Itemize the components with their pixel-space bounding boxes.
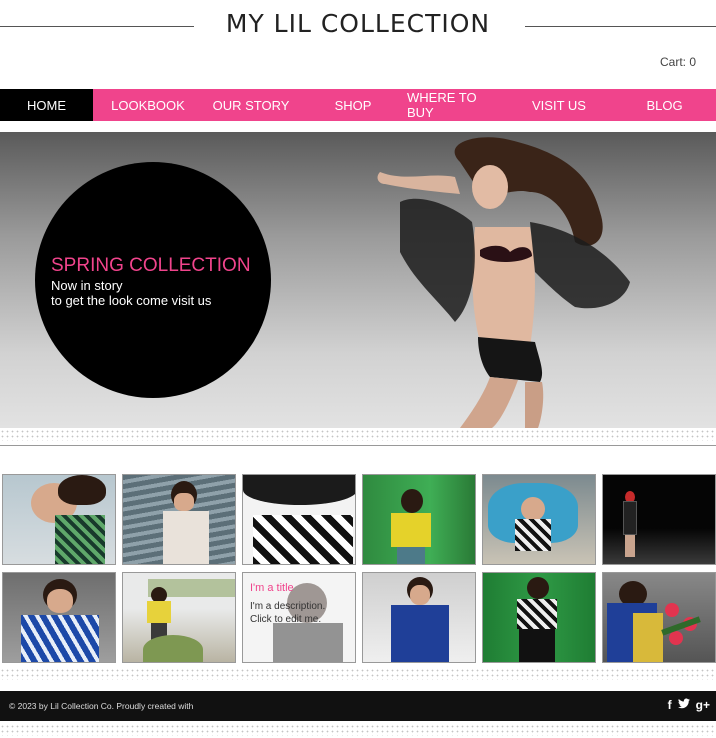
footer: © 2023 by Lil Collection Co. Proudly cre… [0, 691, 716, 721]
footer-copyright: © 2023 by Lil Collection Co. Proudly cre… [9, 701, 194, 711]
main-nav: HOME LOOKBOOK OUR STORY SHOP WHERE TO BU… [0, 89, 716, 121]
gallery-item[interactable] [602, 474, 716, 565]
gallery-item[interactable] [482, 572, 596, 663]
nav-item-visit-us[interactable]: VISIT US [505, 89, 613, 121]
gallery-overlay-title: I'm a title [250, 582, 294, 594]
site-title[interactable]: MY LIL COLLECTION [0, 9, 716, 38]
hero-title: SPRING COLLECTION [51, 255, 251, 276]
gallery-item[interactable] [122, 572, 236, 663]
nav-item-blog[interactable]: BLOG [613, 89, 716, 121]
twitter-icon[interactable] [677, 698, 690, 712]
dotted-divider [0, 668, 716, 680]
cart-link[interactable]: Cart: 0 [660, 55, 696, 69]
dotted-divider [0, 429, 716, 441]
nav-item-lookbook[interactable]: LOOKBOOK [93, 89, 203, 121]
page: MY LIL COLLECTION Cart: 0 HOME LOOKBOOK … [0, 0, 716, 738]
gallery-item[interactable] [122, 474, 236, 565]
gallery-item[interactable] [362, 572, 476, 663]
nav-item-shop[interactable]: SHOP [299, 89, 407, 121]
gallery-item[interactable] [362, 474, 476, 565]
dotted-divider [0, 724, 716, 736]
gallery-item[interactable] [2, 474, 116, 565]
gallery-overlay-description: I'm a description. Click to edit me. [250, 600, 325, 626]
gallery-item[interactable] [242, 474, 356, 565]
social-links: f g+ [668, 698, 710, 712]
nav-item-our-story[interactable]: OUR STORY [203, 89, 299, 121]
gallery-item[interactable] [482, 474, 596, 565]
google-plus-icon[interactable]: g+ [696, 698, 710, 712]
nav-item-home[interactable]: HOME [0, 89, 93, 121]
hero-subtitle-2: to get the look come visit us [51, 293, 212, 308]
hero-model-image [377, 137, 630, 428]
hero-subtitle-1: Now in story [51, 278, 123, 293]
gallery-overlay-desc-line-1: I'm a description. [250, 601, 326, 612]
gallery-item-hover[interactable]: I'm a title I'm a description. Click to … [242, 572, 356, 663]
hero-slideshow[interactable]: SPRING COLLECTION Now in story to get th… [0, 132, 716, 428]
gallery-overlay-desc-line-2: Click to edit me. [250, 614, 322, 625]
gallery-item[interactable] [2, 572, 116, 663]
nav-item-where-to-buy[interactable]: WHERE TO BUY [407, 89, 505, 121]
section-divider [0, 445, 716, 446]
facebook-icon[interactable]: f [668, 698, 672, 712]
gallery-item[interactable] [602, 572, 716, 663]
